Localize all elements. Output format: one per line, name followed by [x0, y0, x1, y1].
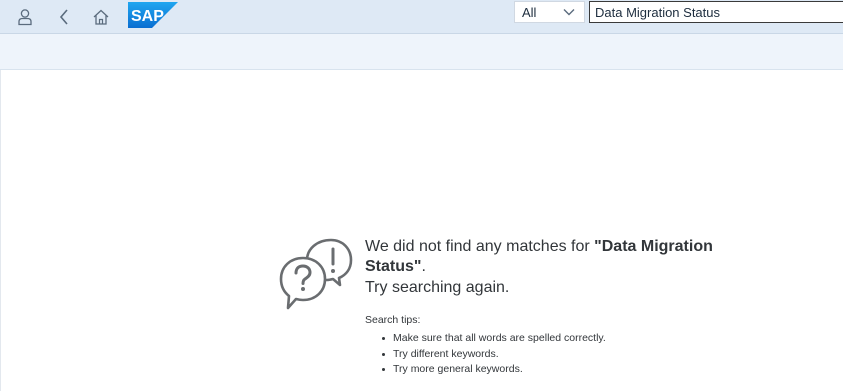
sap-logo[interactable]: SAP	[128, 2, 178, 28]
search-tip-item: Make sure that all words are spelled cor…	[381, 331, 606, 347]
try-again-text: Try searching again.	[365, 279, 510, 296]
search-tips-list: Make sure that all words are spelled cor…	[381, 331, 606, 378]
search-tip-item: Try different keywords.	[381, 347, 606, 363]
home-icon[interactable]	[87, 3, 115, 31]
search-tip-item: Try more general keywords.	[381, 362, 606, 378]
chevron-down-icon	[562, 6, 576, 21]
no-results-prefix: We did not find any matches for	[365, 238, 595, 255]
search-scope-value: All	[522, 4, 537, 20]
search-tips-title: Search tips:	[365, 314, 421, 326]
user-icon[interactable]	[11, 3, 39, 31]
sap-logo-text: SAP	[131, 8, 164, 25]
shell-header: SAP All	[0, 0, 843, 34]
no-results-suffix: .	[421, 258, 426, 275]
speech-bubbles-question-exclamation-icon	[279, 238, 353, 314]
back-arrow-icon[interactable]	[50, 3, 78, 31]
search-scope-select[interactable]: All	[514, 1, 585, 23]
no-results-message: We did not find any matches for "Data Mi…	[365, 237, 745, 298]
search-input[interactable]	[589, 1, 843, 23]
sub-header-bar	[0, 34, 843, 70]
